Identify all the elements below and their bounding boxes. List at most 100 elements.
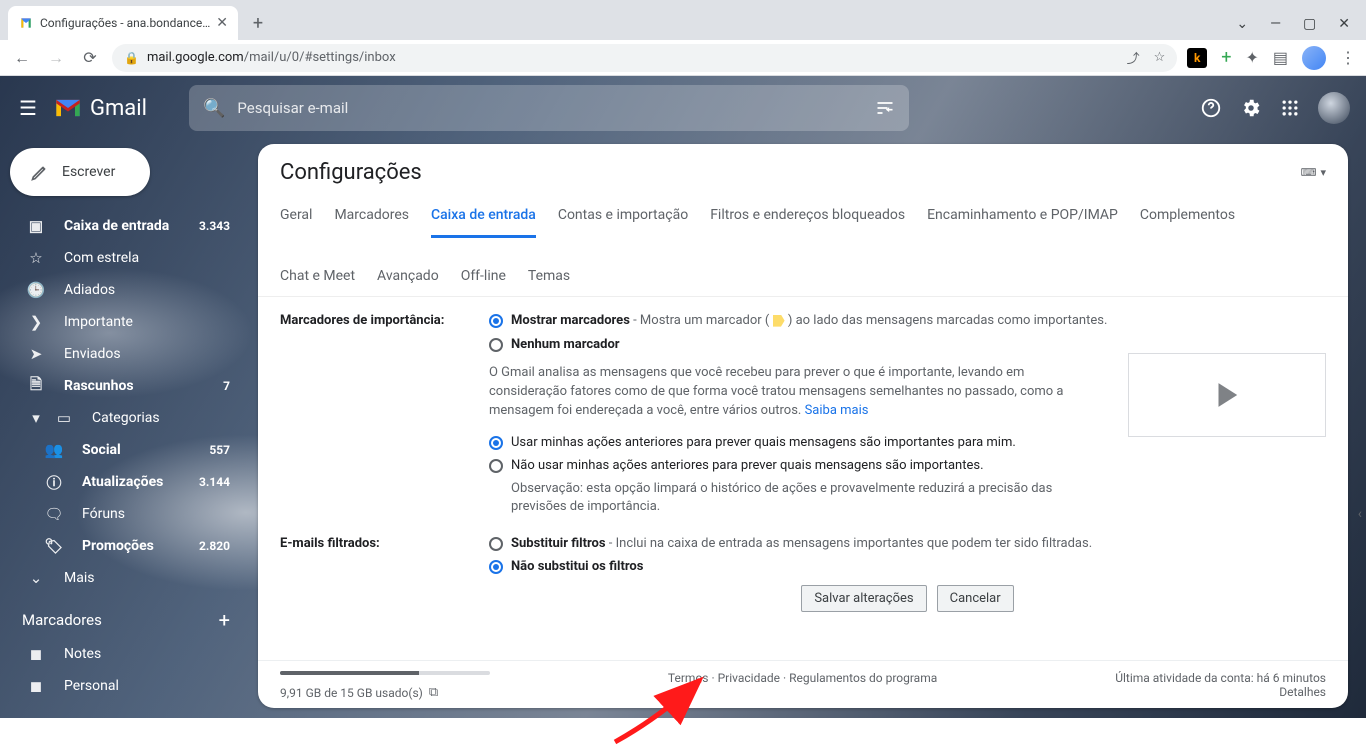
sidebar-item-count: 3.144 — [199, 475, 230, 489]
details-link[interactable]: Detalhes — [1115, 685, 1326, 699]
sidebar-item-promoções[interactable]: 🏷 Promoções 2.820 — [0, 530, 248, 562]
extension-k-icon[interactable]: k — [1187, 48, 1207, 68]
tab-geral[interactable]: Geral — [280, 199, 312, 238]
chevron-down-icon[interactable]: ⌄ — [1236, 16, 1248, 32]
sidebar-item-social[interactable]: 👥Social557 — [0, 434, 248, 466]
radio-override-filters[interactable]: Substituir filtros - Inclui na caixa de … — [489, 534, 1326, 554]
tab-avan-ado[interactable]: Avançado — [377, 260, 439, 296]
important-icon: ❯ — [26, 313, 46, 331]
tab-marcadores[interactable]: Marcadores — [334, 199, 409, 238]
reload-icon[interactable]: ⟳ — [78, 48, 102, 67]
radio-icon — [489, 436, 503, 450]
learn-more-link[interactable]: Saiba mais — [805, 403, 869, 418]
compose-button[interactable]: Escrever — [10, 148, 150, 196]
forward-icon[interactable]: → — [44, 48, 68, 68]
address-bar[interactable]: 🔒 mail.google.com/mail/u/0/#settings/inb… — [112, 44, 1177, 72]
sidebar-item-label: Adiados — [64, 282, 230, 298]
radio-no-markers[interactable]: Nenhum marcador — [489, 335, 1326, 355]
category-icon: ▭ — [54, 409, 74, 427]
sidebar-item-label: Promoções — [82, 538, 181, 554]
gmail-header: ☰ Gmail 🔍 — [0, 76, 1366, 140]
sidebar-item-atualizações[interactable]: ⓘAtualizações3.144 — [0, 466, 248, 498]
settings-panel: Configurações ⌨▾ GeralMarcadoresCaixa de… — [258, 144, 1348, 708]
radio-icon — [489, 537, 503, 551]
minimize-icon[interactable]: ― — [1270, 16, 1281, 32]
bookmark-icon[interactable]: ☆ — [1154, 50, 1166, 65]
sidebar-item-rascunhos[interactable]: 🗎Rascunhos7 — [0, 370, 248, 402]
google-apps-icon[interactable] — [1280, 98, 1300, 118]
main-menu-icon[interactable]: ☰ — [16, 96, 40, 120]
footer-links[interactable]: Termos · Privacidade · Regulamentos do p… — [668, 671, 937, 685]
search-icon: 🔍 — [203, 98, 225, 119]
send-icon: ➤ — [26, 345, 46, 363]
tab-encaminhamento-e-pop-imap[interactable]: Encaminhamento e POP/IMAP — [927, 199, 1118, 238]
open-external-icon[interactable]: ⧉ — [429, 685, 438, 700]
tab-filtros-e-endere-os-bloqueados[interactable]: Filtros e endereços bloqueados — [710, 199, 905, 238]
chrome-profile-avatar[interactable] — [1302, 46, 1326, 70]
side-panel-toggle-icon[interactable]: ‹ — [1358, 506, 1362, 522]
forum-icon: 🗨 — [44, 505, 64, 523]
sidebar-item-mais[interactable]: ⌄Mais — [0, 562, 248, 594]
star-icon: ☆ — [26, 249, 46, 267]
settings-gear-icon[interactable] — [1240, 97, 1262, 119]
sidebar-item-fóruns[interactable]: 🗨Fóruns — [0, 498, 248, 530]
search-options-icon[interactable] — [875, 98, 895, 118]
label-personal[interactable]: ◼Personal — [0, 670, 248, 702]
back-icon[interactable]: ← — [10, 48, 34, 68]
radio-show-markers[interactable]: Mostrar marcadores - Mostra um marcador … — [489, 311, 1326, 331]
maximize-icon[interactable]: ▢ — [1303, 16, 1316, 32]
sidebar-item-importante[interactable]: ❯Importante — [0, 306, 248, 338]
tab-temas[interactable]: Temas — [528, 260, 570, 296]
tab-contas-e-importa-o[interactable]: Contas e importação — [558, 199, 688, 238]
tab-chat-e-meet[interactable]: Chat e Meet — [280, 260, 355, 296]
sidebar-item-com-estrela[interactable]: ☆ Com estrela — [0, 242, 248, 274]
importance-video-thumbnail[interactable] — [1128, 353, 1326, 437]
side-panel-icon[interactable]: ▤ — [1273, 48, 1288, 67]
radio-dont-override-filters[interactable]: Não substitui os filtros — [489, 557, 1326, 577]
input-tools-indicator[interactable]: ⌨▾ — [1301, 166, 1326, 179]
search-input[interactable] — [237, 99, 863, 117]
label-text: Notes — [64, 646, 230, 662]
storage-text: 9,91 GB de 15 GB usado(s) — [280, 686, 423, 700]
pencil-icon — [30, 162, 50, 182]
inbox-icon: ▣ — [26, 217, 46, 235]
gmail-logo[interactable]: Gmail — [54, 96, 147, 121]
window-controls: ⌄ ― ▢ ✕ — [1236, 16, 1366, 40]
browser-tab[interactable]: Configurações - ana.bondance@ ✕ — [8, 6, 238, 40]
radio-icon — [489, 314, 503, 328]
search-bar[interactable]: 🔍 — [189, 85, 909, 131]
sidebar-item-label: Atualizações — [82, 474, 181, 490]
sidebar-item-enviados[interactable]: ➤Enviados — [0, 338, 248, 370]
sidebar-item-adiados[interactable]: 🕒Adiados — [0, 274, 248, 306]
chrome-menu-icon[interactable]: ⋮ — [1340, 48, 1356, 67]
label-icon: ◼ — [26, 645, 46, 663]
new-tab-button[interactable]: + — [244, 9, 272, 37]
people-icon: 👥 — [44, 441, 64, 459]
close-window-icon[interactable]: ✕ — [1338, 16, 1350, 32]
label-notes[interactable]: ◼ Notes — [0, 638, 248, 670]
tab-complementos[interactable]: Complementos — [1140, 199, 1235, 238]
radio-icon — [489, 560, 503, 574]
sidebar-item-label: Com estrela — [64, 250, 230, 266]
close-tab-icon[interactable]: ✕ — [216, 15, 228, 31]
add-label-icon[interactable]: + — [219, 608, 230, 632]
sidebar-item-count: 2.820 — [199, 539, 230, 553]
cancel-button[interactable]: Cancelar — [937, 585, 1014, 612]
radio-icon — [489, 459, 503, 473]
browser-toolbar: ← → ⟳ 🔒 mail.google.com/mail/u/0/#settin… — [0, 40, 1366, 76]
radio-dont-use-actions[interactable]: Não usar minhas ações anteriores para pr… — [489, 456, 1326, 476]
sidebar-item-label: Caixa de entrada — [64, 218, 181, 234]
tab-caixa-de-entrada[interactable]: Caixa de entrada — [431, 199, 536, 238]
support-icon[interactable] — [1200, 97, 1222, 119]
add-extension-icon[interactable]: + — [1221, 47, 1231, 68]
tab-off-line[interactable]: Off-line — [461, 260, 506, 296]
sidebar-item-caixa-de-entrada[interactable]: ▣Caixa de entrada3.343 — [0, 210, 248, 242]
setting-filtered-mail: E-mails filtrados: Substituir filtros - … — [280, 534, 1326, 612]
extensions-icon[interactable]: ✦ — [1245, 48, 1258, 67]
last-activity: Última atividade da conta: há 6 minutos — [1115, 671, 1326, 685]
tag-icon: 🏷 — [44, 537, 64, 555]
save-changes-button[interactable]: Salvar alterações — [801, 585, 926, 612]
account-avatar[interactable] — [1318, 92, 1350, 124]
sidebar-item-categorias[interactable]: ▾▭Categorias — [0, 402, 248, 434]
share-icon[interactable]: ⤴ — [1127, 48, 1140, 67]
